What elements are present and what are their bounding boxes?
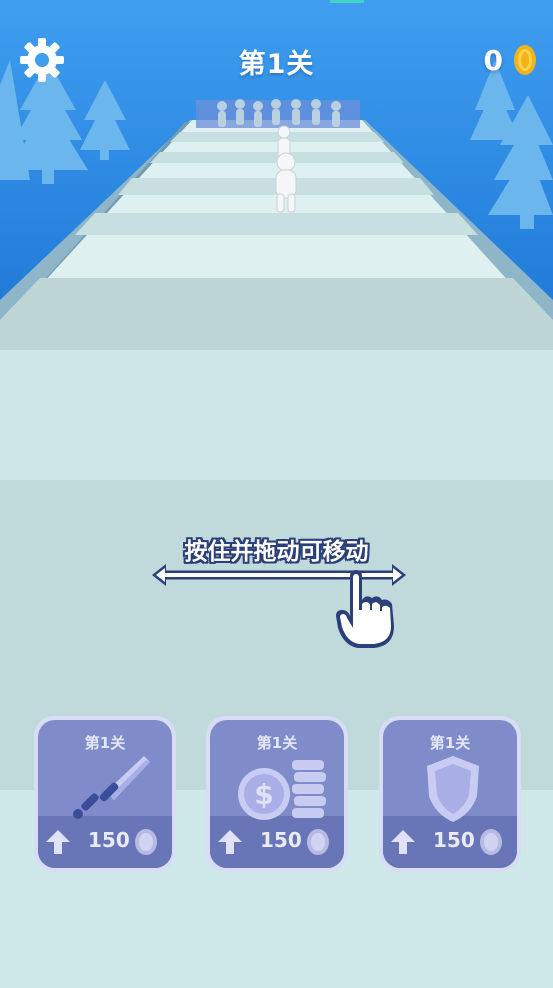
sword-icon xyxy=(73,756,150,819)
upgrade-card-weapon[interactable]: 第1关 150 xyxy=(34,716,176,872)
svg-text:$: $ xyxy=(254,778,273,811)
card-level-label: 第1关 xyxy=(84,734,126,752)
upgrade-arrow-icon xyxy=(46,830,70,854)
card-price: 150 xyxy=(88,828,130,852)
card-price: 150 xyxy=(433,828,475,852)
top-hud: 第1关 0 xyxy=(0,0,553,120)
coin-count: 0 xyxy=(483,44,503,77)
upgrade-card-defense[interactable]: 第1关 150 xyxy=(379,716,521,872)
coin-icon xyxy=(514,45,536,75)
coin-stack-icon: $ xyxy=(238,760,326,820)
upgrade-arrow-icon xyxy=(391,830,415,854)
upgrade-arrow-icon xyxy=(218,830,242,854)
card-level-label: 第1关 xyxy=(429,734,471,752)
shield-icon xyxy=(427,756,479,822)
pointing-hand-icon xyxy=(336,570,394,648)
upgrade-card-income[interactable]: 第1关 $ 150 xyxy=(206,716,348,872)
card-level-label: 第1关 xyxy=(256,734,298,752)
coin-icon xyxy=(480,829,502,855)
coin-icon xyxy=(307,829,329,855)
card-price: 150 xyxy=(260,828,302,852)
level-title: 第1关 xyxy=(238,49,315,80)
coin-icon xyxy=(135,829,157,855)
